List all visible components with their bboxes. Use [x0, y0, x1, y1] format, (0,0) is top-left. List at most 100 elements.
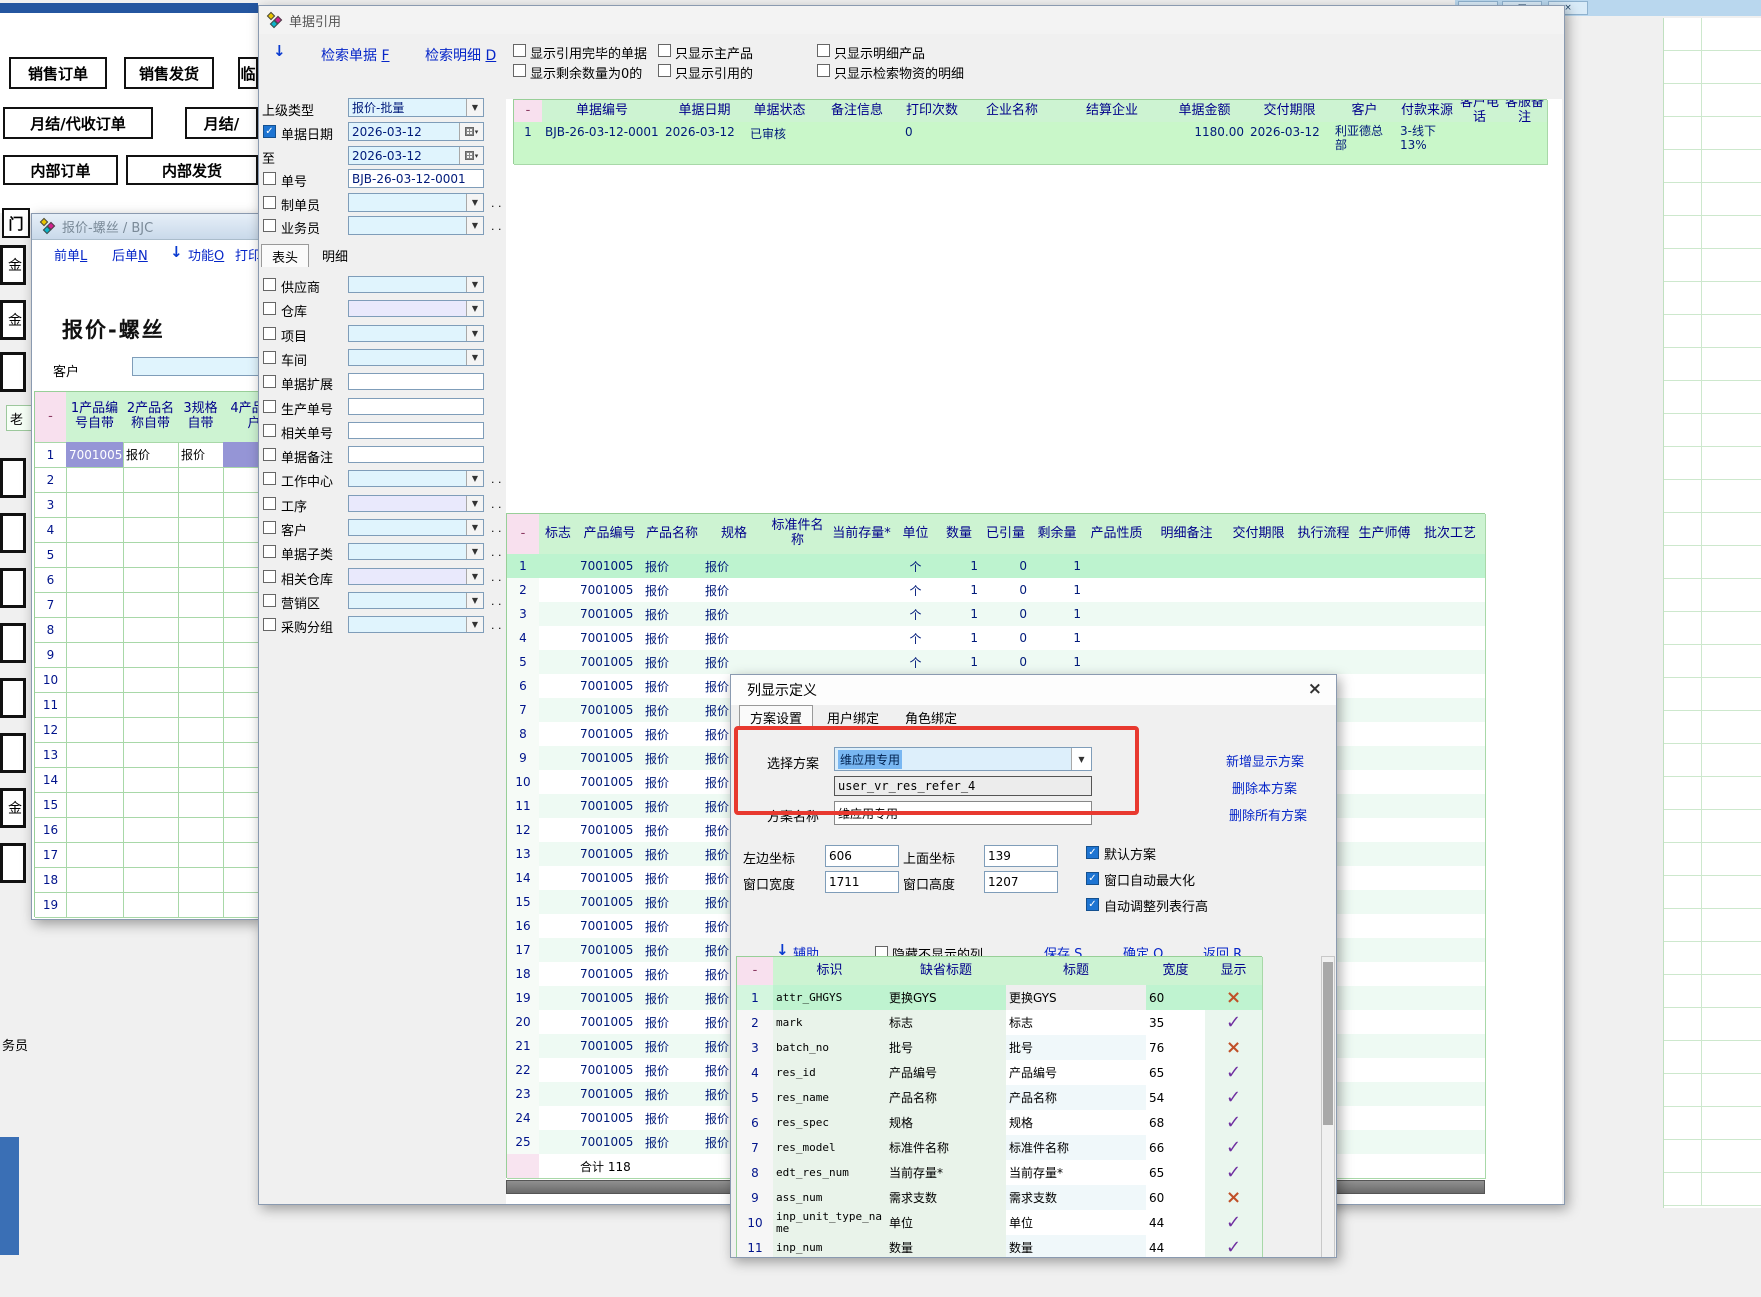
detail-filter-input[interactable] [348, 373, 484, 390]
detail-table-cell[interactable]: 1 [937, 650, 982, 675]
column-table-cell[interactable]: inp_unit_type_name [773, 1210, 887, 1236]
detail-table-cell[interactable] [1354, 578, 1416, 603]
detail-table-cell[interactable] [1224, 554, 1294, 579]
detail-table-cell[interactable]: 7001005 [577, 770, 643, 795]
detail-table-cell[interactable] [1415, 1106, 1486, 1131]
detail-table-cell[interactable] [1354, 986, 1416, 1011]
detail-table-cell[interactable] [1354, 602, 1416, 627]
bg-button[interactable]: 内部发货 [126, 155, 258, 185]
detail-table-cell[interactable]: 1 [1030, 554, 1085, 579]
column-table-cell[interactable]: batch_no [773, 1035, 887, 1061]
cross-icon[interactable]: × [1205, 985, 1263, 1011]
column-table-cell[interactable]: 更换GYS [1006, 985, 1147, 1011]
check-icon[interactable]: ✓ [1205, 1210, 1263, 1236]
detail-table-cell[interactable] [1224, 650, 1294, 675]
calendar-icon[interactable]: ▾ [459, 123, 483, 140]
option-checkbox[interactable] [658, 44, 671, 57]
detail-table-cell[interactable] [1354, 962, 1416, 987]
detail-table-cell[interactable]: 17 [507, 938, 540, 963]
detail-table-cell[interactable]: 0 [981, 626, 1031, 651]
detail-table-cell[interactable] [507, 1154, 540, 1179]
dialog-tab[interactable]: 方案设置 [739, 705, 813, 729]
detail-table-cell[interactable] [539, 1010, 578, 1035]
detail-table-cell[interactable]: 报价 [642, 914, 703, 939]
chevron-down-icon[interactable]: ▼ [466, 471, 483, 486]
column-table-cell[interactable]: 44 [1146, 1210, 1206, 1236]
chevron-down-icon[interactable]: ▼ [466, 277, 483, 292]
detail-table-cell[interactable] [1354, 794, 1416, 819]
detail-filter-checkbox[interactable] [263, 448, 276, 461]
quote-table-cell[interactable] [178, 742, 224, 768]
chevron-down-icon[interactable]: ▼ [466, 593, 483, 608]
quote-table-cell[interactable] [223, 467, 259, 493]
bg-button[interactable]: 内部订单 [3, 155, 118, 185]
column-table-cell[interactable]: 60 [1146, 985, 1206, 1011]
column-table-cell[interactable]: 5 [737, 1085, 774, 1111]
detail-table-header-cell[interactable]: 当前存量* [829, 514, 895, 555]
detail-table-header-cell[interactable]: 已引量 [981, 514, 1031, 555]
doc-table-header-cell[interactable]: 企业名称 [962, 100, 1063, 123]
doc-table-cell[interactable]: 2026-03-12 [1247, 122, 1333, 165]
quote-table-cell[interactable] [178, 617, 224, 643]
quote-table-cell[interactable] [123, 567, 179, 593]
option-checkbox[interactable] [513, 44, 526, 57]
detail-table-cell[interactable]: 个 [894, 578, 938, 603]
quote-table-cell[interactable] [123, 792, 179, 818]
detail-table-cell[interactable] [1415, 1034, 1486, 1059]
detail-table-cell[interactable] [539, 626, 578, 651]
detail-table-cell[interactable]: 报价 [702, 626, 767, 651]
detail-table-cell[interactable]: 7001005 [577, 650, 643, 675]
quote-table-cell[interactable] [123, 867, 179, 893]
detail-table-cell[interactable]: 报价 [642, 986, 703, 1011]
detail-table-cell[interactable]: 7001005 [577, 962, 643, 987]
detail-table-cell[interactable] [1415, 1058, 1486, 1083]
detail-table-cell[interactable] [829, 626, 895, 651]
quote-table-cell[interactable] [66, 467, 124, 493]
doc-table-cell[interactable] [962, 122, 1063, 165]
detail-filter-checkbox[interactable] [263, 618, 276, 631]
detail-table-cell[interactable] [1224, 602, 1294, 627]
detail-table-header-cell[interactable]: 剩余量 [1030, 514, 1085, 555]
column-table-cell[interactable]: 68 [1146, 1110, 1206, 1136]
detail-table-cell[interactable] [1354, 842, 1416, 867]
detail-table-cell[interactable]: 7001005 [577, 746, 643, 771]
quote-table-cell[interactable] [123, 892, 179, 918]
detail-table-cell[interactable] [1354, 1010, 1416, 1035]
column-table-cell[interactable]: 1 [737, 985, 774, 1011]
chevron-down-icon[interactable]: ▼ [466, 217, 483, 234]
column-table-header-cell[interactable]: - [737, 957, 774, 986]
quote-table-cell[interactable] [223, 742, 259, 768]
column-table-header-cell[interactable]: 标识 [773, 957, 887, 986]
quote-table-cell[interactable] [223, 517, 259, 543]
detail-table-cell[interactable] [766, 578, 830, 603]
quote-table-cell[interactable] [178, 842, 224, 868]
detail-table-cell[interactable] [1224, 578, 1294, 603]
detail-table-cell[interactable]: 报价 [642, 794, 703, 819]
tab-detail[interactable]: 明细 [311, 244, 359, 267]
quote-table-cell[interactable] [123, 692, 179, 718]
quote-table-cell[interactable] [178, 467, 224, 493]
detail-table-cell[interactable]: 2 [507, 578, 540, 603]
doc-table-cell[interactable]: 1180.00 [1162, 122, 1248, 165]
doc-table-header-cell[interactable]: 付款来源 [1397, 100, 1458, 123]
detail-table-cell[interactable] [1415, 602, 1486, 627]
detail-table-cell[interactable] [539, 602, 578, 627]
chevron-down-icon[interactable]: ▼ [466, 496, 483, 511]
detail-table-cell[interactable] [539, 1130, 578, 1155]
detail-table-cell[interactable]: 7001005 [577, 866, 643, 891]
quote-table-cell[interactable] [178, 892, 224, 918]
detail-table-cell[interactable] [1149, 578, 1225, 603]
quote-table-cell[interactable] [123, 667, 179, 693]
detail-table-cell[interactable] [539, 578, 578, 603]
filter-combobox[interactable]: ▼ [348, 193, 484, 212]
chevron-down-icon[interactable]: ▼ [466, 520, 483, 535]
detail-table-cell[interactable]: 15 [507, 890, 540, 915]
quote-table-cell[interactable] [178, 867, 224, 893]
column-table-cell[interactable]: res_spec [773, 1110, 887, 1136]
detail-table-cell[interactable]: 报价 [642, 626, 703, 651]
doc-table-header-cell[interactable]: 客户 [1332, 100, 1398, 123]
column-table-cell[interactable]: 66 [1146, 1135, 1206, 1161]
quote-table-cell[interactable] [178, 642, 224, 668]
doc-table-header-cell[interactable]: 单据金额 [1162, 100, 1248, 123]
quote-table-cell[interactable] [123, 842, 179, 868]
